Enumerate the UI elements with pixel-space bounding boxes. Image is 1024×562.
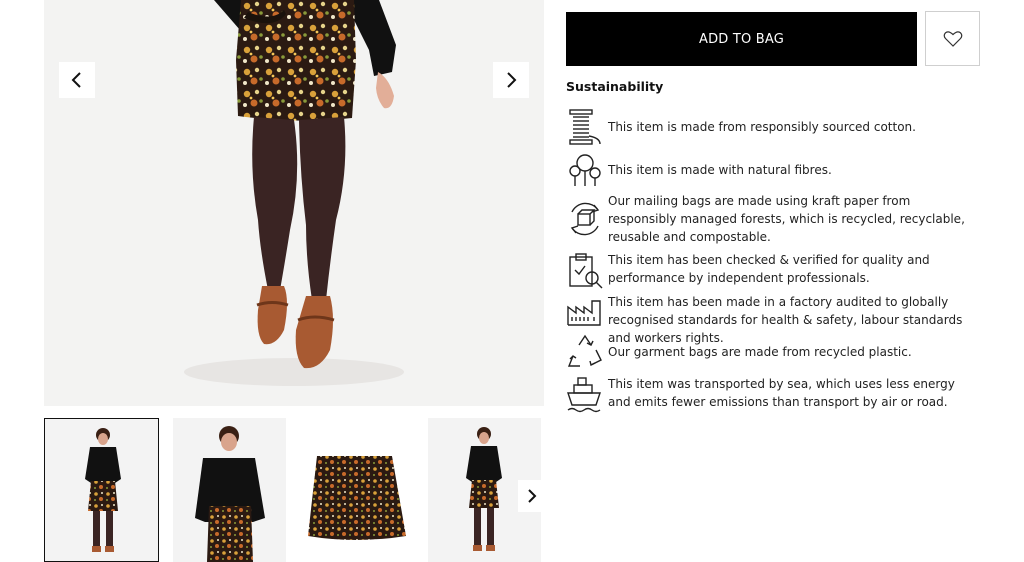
sustainability-item: This item was transported by sea, which … bbox=[566, 375, 986, 415]
recycle-icon bbox=[567, 334, 602, 367]
sustainability-text: This item is made with natural fibres. bbox=[608, 163, 832, 177]
thumbnail-strip bbox=[44, 418, 544, 562]
main-product-image bbox=[44, 0, 544, 406]
thumbnail-2[interactable] bbox=[173, 418, 286, 562]
thumbnail-image bbox=[45, 419, 158, 561]
gallery-prev-button[interactable] bbox=[59, 62, 95, 98]
factory-icon bbox=[567, 300, 601, 326]
thread-spool-icon bbox=[569, 109, 601, 145]
ship-icon bbox=[567, 377, 601, 413]
wishlist-button[interactable] bbox=[925, 11, 980, 66]
sustainability-text: This item is made from responsibly sourc… bbox=[608, 120, 916, 134]
sustainability-text: This item has been checked & verified fo… bbox=[608, 253, 930, 285]
trees-icon bbox=[569, 154, 601, 186]
sustainability-item: Our garment bags are made from recycled … bbox=[566, 333, 986, 373]
sustainability-item: This item is made with natural fibres. bbox=[566, 151, 986, 191]
sustainability-text: Our garment bags are made from recycled … bbox=[608, 345, 912, 359]
heart-icon bbox=[943, 30, 962, 47]
sustainability-text: This item was transported by sea, which … bbox=[608, 377, 955, 409]
thumbnail-1[interactable] bbox=[44, 418, 159, 562]
thumbnail-3[interactable] bbox=[300, 418, 413, 562]
clipboard-check-icon bbox=[569, 253, 603, 289]
chevron-right-icon bbox=[528, 489, 537, 503]
thumbnail-image bbox=[173, 418, 286, 562]
thumbnails-next-button[interactable] bbox=[518, 480, 544, 512]
chevron-right-icon bbox=[507, 72, 517, 88]
sustainability-text: Our mailing bags are made using kraft pa… bbox=[608, 194, 965, 244]
sustainability-item: This item is made from responsibly sourc… bbox=[566, 108, 986, 148]
product-photo bbox=[44, 0, 544, 406]
sustainability-item: This item has been checked & verified fo… bbox=[566, 251, 986, 291]
thumbnail-image bbox=[300, 418, 413, 562]
sustainability-heading: Sustainability bbox=[566, 79, 664, 94]
add-to-bag-button[interactable]: ADD TO BAG bbox=[566, 12, 917, 66]
sustainability-item: This item has been made in a factory aud… bbox=[566, 293, 986, 345]
recycled-box-icon bbox=[570, 202, 600, 236]
sustainability-item: Our mailing bags are made using kraft pa… bbox=[566, 192, 986, 246]
chevron-left-icon bbox=[71, 72, 81, 88]
gallery-next-button[interactable] bbox=[493, 62, 529, 98]
